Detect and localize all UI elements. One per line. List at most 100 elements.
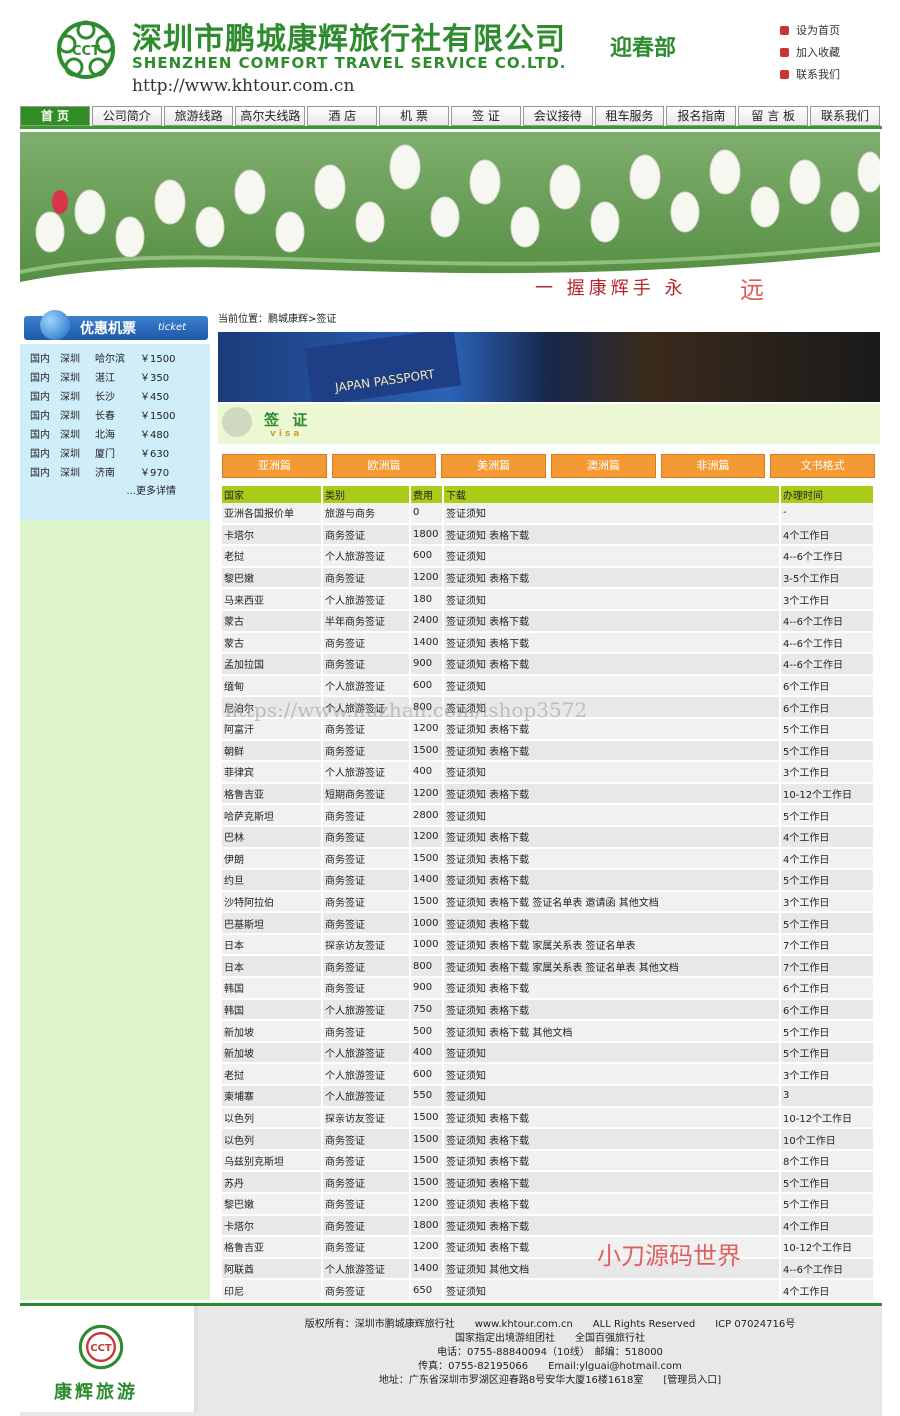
nav-flights[interactable]: 机 票 xyxy=(379,106,449,126)
cell-download[interactable]: 签证须知 xyxy=(443,588,781,611)
cell-download[interactable]: 签证须知 表格下载 xyxy=(443,1171,781,1194)
nav-home[interactable]: 首 页 xyxy=(20,106,90,126)
cell-category: 商务签证 xyxy=(322,847,411,871)
footer-address[interactable]: 地址：广东省深圳市罗湖区迎春路8号安华大厦16楼1618室 [管理员入口] xyxy=(220,1374,880,1388)
table-row: 孟加拉国 商务签证 900 签证须知 表格下载 4--6个工作日 xyxy=(222,653,875,676)
cell-country: 柬埔寨 xyxy=(222,1085,323,1108)
cell-download[interactable]: 签证须知 表格下载 xyxy=(443,998,781,1022)
cell-download[interactable]: 签证须知 xyxy=(443,503,781,525)
cell-download[interactable]: 签证须知 xyxy=(443,674,781,698)
cell-download[interactable]: 签证须知 表格下载 xyxy=(443,782,781,806)
cell-download[interactable]: 签证须知 表格下载 xyxy=(443,869,781,892)
cell-download[interactable]: 签证须知 表格下载 签证名单表 邀请函 其他文档 xyxy=(443,890,781,914)
nav-meetings[interactable]: 会议接待 xyxy=(522,106,593,126)
quick-links: 设为首页 加入收藏 联系我们 xyxy=(780,20,840,86)
cell-fee: 1200 xyxy=(410,825,444,849)
cell-time: 6个工作日 xyxy=(780,674,875,698)
cell-country: 格鲁吉亚 xyxy=(222,782,323,806)
nav-visa[interactable]: 签 证 xyxy=(450,106,521,126)
cell-time: 10个工作日 xyxy=(780,1128,875,1151)
cell-download[interactable]: 签证须知 xyxy=(443,804,781,827)
cell-download[interactable]: 签证须知 表格下载 xyxy=(443,653,781,676)
cell-download[interactable]: 签证须知 表格下载 xyxy=(443,1193,781,1216)
tab-americas[interactable]: 美洲篇 xyxy=(441,454,547,478)
cell-time: 5个工作日 xyxy=(780,739,875,763)
cell-download[interactable]: 签证须知 表格下载 家属关系表 签证名单表 其他文档 xyxy=(443,955,781,979)
tab-asia[interactable]: 亚洲篇 xyxy=(222,454,327,478)
section-header: 签 证 visa xyxy=(218,404,880,444)
cell-time: 4--6个工作日 xyxy=(780,653,875,676)
tab-oceania[interactable]: 澳洲篇 xyxy=(551,454,656,478)
cell-category: 个人旅游签证 xyxy=(322,674,411,698)
table-row: 巴林 商务签证 1200 签证须知 表格下载 4个工作日 xyxy=(222,825,875,849)
cell-download[interactable]: 签证须知 xyxy=(443,545,781,568)
cell-download[interactable]: 签证须知 表格下载 xyxy=(443,912,781,935)
ticket-item[interactable]: 国内 深圳 北海 ￥480 xyxy=(20,426,210,445)
cell-time: 5个工作日 xyxy=(780,804,875,827)
cell-category: 商务签证 xyxy=(322,739,411,763)
cell-fee: 1400 xyxy=(410,1257,444,1281)
nav-guestbook[interactable]: 留 言 板 xyxy=(738,106,809,126)
nav-car-rental[interactable]: 租车服务 xyxy=(594,106,665,126)
cell-fee: 180 xyxy=(410,588,444,611)
tab-document-format[interactable]: 文书格式 xyxy=(770,454,876,478)
nav-hotel[interactable]: 酒 店 xyxy=(307,106,378,126)
quick-link-contact[interactable]: 联系我们 xyxy=(780,64,840,86)
cell-download[interactable]: 签证须知 表格下载 xyxy=(443,1106,781,1130)
ticket-item[interactable]: 国内 深圳 哈尔滨 ￥1500 xyxy=(20,350,210,369)
ticket-item[interactable]: 国内 深圳 长春 ￥1500 xyxy=(20,407,210,426)
cell-category: 探亲访友签证 xyxy=(322,1106,411,1130)
footer-copyright: 版权所有：深圳市鹏城康辉旅行社 www.khtour.com.cn ALL Ri… xyxy=(304,1319,796,1330)
footer-fax: 传真：0755-82195066 Email:ylguai@hotmail.co… xyxy=(418,1361,682,1372)
nav-contact[interactable]: 联系我们 xyxy=(810,106,880,126)
cell-fee: 1800 xyxy=(410,523,444,547)
cell-download[interactable]: 签证须知 表格下载 xyxy=(443,739,781,763)
cell-fee: 1000 xyxy=(410,933,444,957)
cell-download[interactable]: 签证须知 表格下载 xyxy=(443,847,781,871)
cell-download[interactable]: 签证须知 xyxy=(443,1085,781,1108)
cell-download[interactable]: 签证须知 表格下载 xyxy=(443,1149,781,1173)
nav-guide[interactable]: 报名指南 xyxy=(666,106,737,126)
ticket-item[interactable]: 国内 深圳 济南 ￥970 xyxy=(20,464,210,483)
quick-link-favorite[interactable]: 加入收藏 xyxy=(780,42,840,64)
quick-link-home[interactable]: 设为首页 xyxy=(780,20,840,42)
ticket-item[interactable]: 国内 深圳 长沙 ￥450 xyxy=(20,388,210,407)
cell-download[interactable]: 签证须知 xyxy=(443,761,781,784)
visa-table-body: 亚洲各国报价单 旅游与商务 0 签证须知 - 卡塔尔 商务签证 1800 签证须知 表格下载 4个… xyxy=(222,503,875,1302)
cell-category: 商务签证 xyxy=(322,1214,411,1238)
cell-download[interactable]: 签证须知 xyxy=(443,1279,781,1302)
table-row: 以色列 商务签证 1500 签证须知 表格下载 10个工作日 xyxy=(222,1128,875,1151)
cell-fee: 1200 xyxy=(410,1236,444,1259)
cell-download[interactable]: 签证须知 xyxy=(443,1063,781,1087)
tab-africa[interactable]: 非洲篇 xyxy=(660,454,766,478)
ticket-item[interactable]: 国内 深圳 厦门 ￥630 xyxy=(20,445,210,464)
cell-time: 10-12个工作日 xyxy=(780,1236,875,1259)
nav-about[interactable]: 公司简介 xyxy=(91,106,162,126)
cell-download[interactable]: 签证须知 表格下载 xyxy=(443,825,781,849)
cell-download[interactable]: 签证须知 表格下载 xyxy=(443,977,781,1000)
cell-download[interactable]: 签证须知 表格下载 xyxy=(443,609,781,633)
bullet-icon xyxy=(780,48,789,57)
cell-category: 个人旅游签证 xyxy=(322,1085,411,1108)
cell-category: 商务签证 xyxy=(322,631,411,655)
cell-time: 5个工作日 xyxy=(780,869,875,892)
ticket-item[interactable]: 国内 深圳 湛江 ￥350 xyxy=(20,369,210,388)
cell-fee: 1500 xyxy=(410,1128,444,1151)
nav-golf[interactable]: 高尔夫线路 xyxy=(235,106,306,126)
cell-download[interactable]: 签证须知 表格下载 其他文档 xyxy=(443,1020,781,1043)
cell-country: 亚洲各国报价单 xyxy=(222,503,323,525)
cell-country: 日本 xyxy=(222,955,323,979)
table-row: 卡塔尔 商务签证 1800 签证须知 表格下载 4个工作日 xyxy=(222,1214,875,1238)
more-details-link[interactable]: ...更多详情 xyxy=(20,483,210,501)
tab-europe[interactable]: 欧洲篇 xyxy=(331,454,437,478)
cell-download[interactable]: 签证须知 表格下载 xyxy=(443,566,781,590)
cell-download[interactable]: 签证须知 表格下载 xyxy=(443,1128,781,1151)
cell-country: 韩国 xyxy=(222,977,323,1000)
cell-download[interactable]: 签证须知 表格下载 家属关系表 签证名单表 xyxy=(443,933,781,957)
cell-download[interactable]: 签证须知 xyxy=(443,1041,781,1065)
cell-download[interactable]: 签证须知 表格下载 xyxy=(443,631,781,655)
cell-fee: 1400 xyxy=(410,631,444,655)
cell-download[interactable]: 签证须知 表格下载 xyxy=(443,523,781,547)
cell-download[interactable]: 签证须知 表格下载 xyxy=(443,1214,781,1238)
nav-routes[interactable]: 旅游线路 xyxy=(163,106,234,126)
